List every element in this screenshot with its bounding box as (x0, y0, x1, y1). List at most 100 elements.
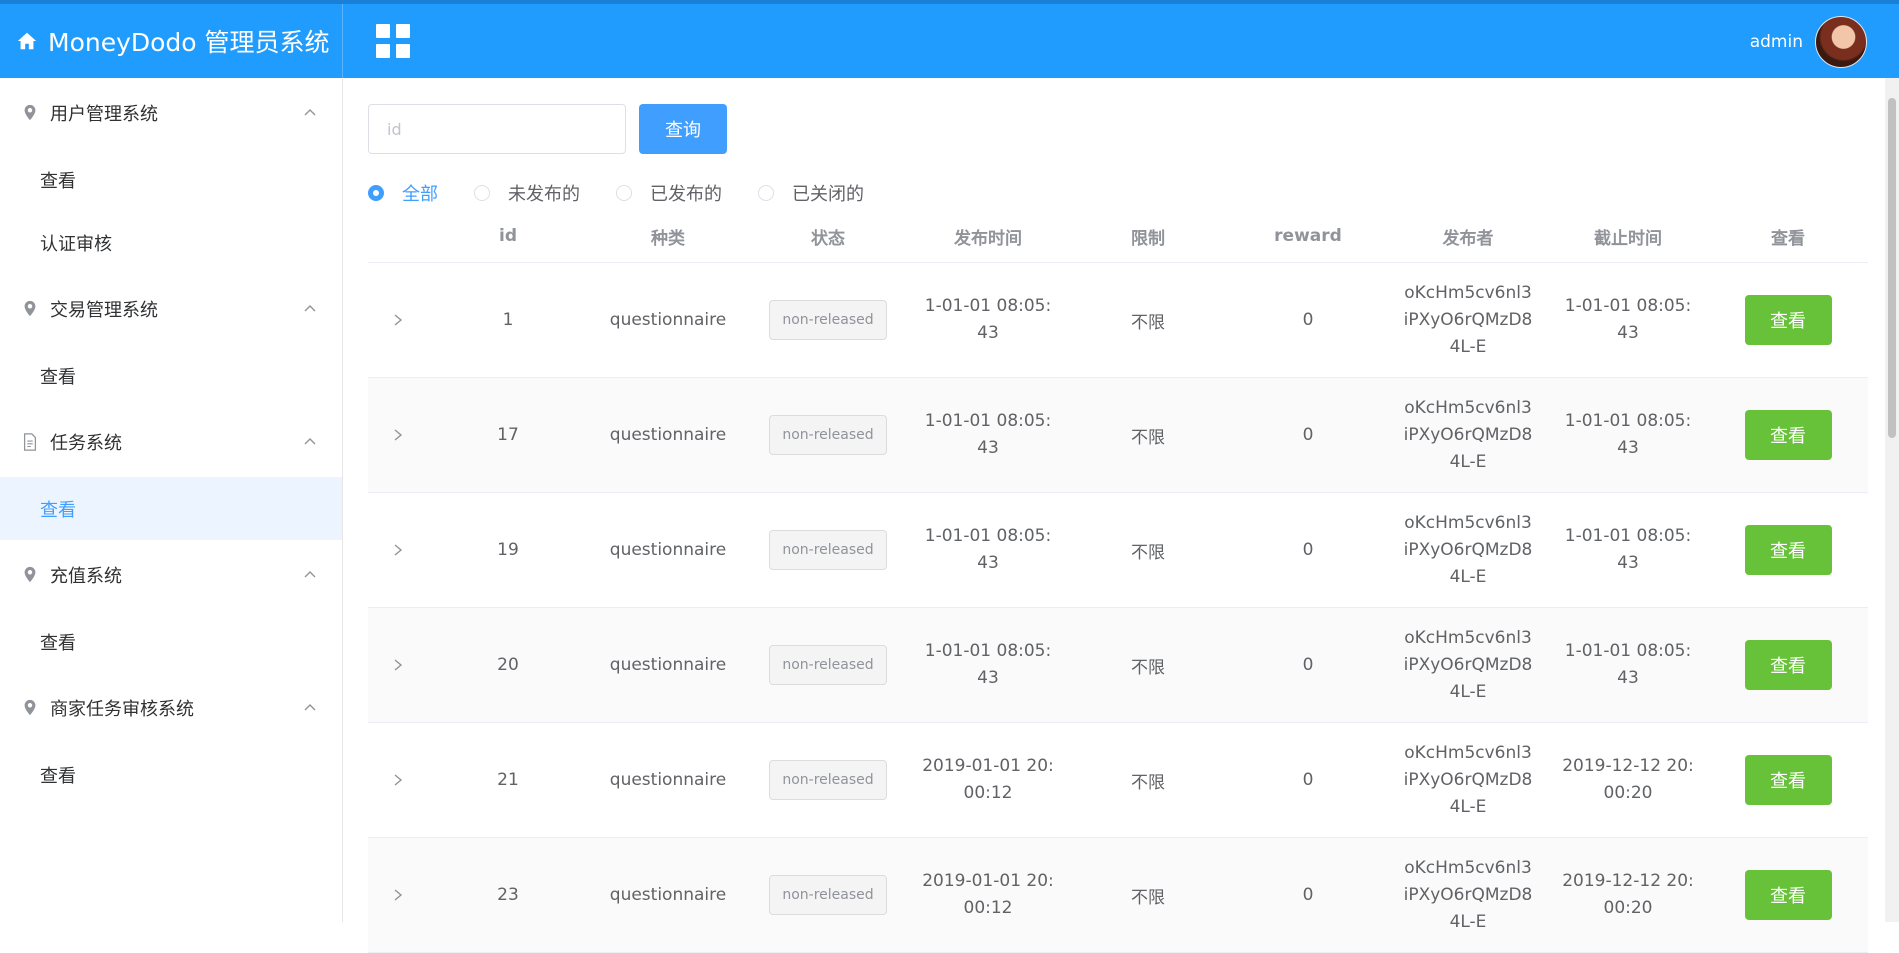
expand-row-chevron-icon[interactable] (368, 538, 428, 562)
filter-unreleased-radio[interactable]: 未发布的 (474, 180, 580, 206)
search-input[interactable] (368, 104, 626, 154)
table-header: id 种类 状态 发布时间 限制 reward 发布者 截止时间 查看 (368, 210, 1868, 263)
sidebar-group-label: 交易管理系统 (50, 300, 158, 321)
location-pin-icon (24, 300, 36, 317)
cell-id: 17 (497, 425, 519, 445)
expand-row-chevron-icon[interactable] (368, 308, 428, 332)
sidebar-group-merchant-task-review[interactable]: 商家任务审核系统 (0, 673, 342, 743)
cell-view: 查看 (1708, 640, 1868, 690)
filter-released-radio[interactable]: 已发布的 (616, 180, 722, 206)
grid-menu-icon[interactable] (376, 24, 410, 58)
cell-deadline: 1-01-01 08:05:43 (1564, 641, 1692, 688)
cell-publisher: oKcHm5cv6nl3iPXyO6rQMzD84L-E (1403, 627, 1533, 702)
table-row: 23 questionnaire non-released 2019-01-01 20… (368, 838, 1868, 953)
cell-status: non-released (748, 300, 908, 340)
header-reward: reward (1274, 226, 1342, 246)
view-task-button[interactable]: 查看 (1744, 870, 1832, 920)
view-task-button[interactable]: 查看 (1744, 525, 1832, 575)
vertical-scrollbar[interactable] (1885, 78, 1899, 922)
filter-label: 已关闭的 (792, 184, 864, 205)
status-badge: non-released (769, 875, 887, 915)
chevron-up-icon (304, 109, 316, 116)
search-button[interactable]: 查询 (639, 104, 727, 154)
status-badge: non-released (769, 760, 887, 800)
status-badge: non-released (769, 415, 887, 455)
sidebar-group-label: 用户管理系统 (50, 104, 158, 125)
cell-limit: 不限 (1131, 772, 1165, 793)
cell-view: 查看 (1708, 755, 1868, 805)
cell-limit: 不限 (1131, 657, 1165, 678)
sidebar-group-task-system[interactable]: 任务系统 (0, 407, 342, 477)
cell-view: 查看 (1708, 870, 1868, 920)
scrollbar-thumb[interactable] (1888, 98, 1896, 438)
filter-all-radio[interactable]: 全部 (368, 180, 438, 206)
chevron-up-icon (304, 305, 316, 312)
status-badge: non-released (769, 300, 887, 340)
sidebar-group-transaction-management[interactable]: 交易管理系统 (0, 274, 342, 344)
header-publisher: 发布者 (1442, 228, 1494, 249)
sidebar-item-user-view[interactable]: 查看 (0, 148, 342, 211)
table-body: 1 questionnaire non-released 1-01-01 08:05:… (368, 263, 1868, 953)
cell-type: questionnaire (609, 310, 727, 330)
filter-label: 全部 (402, 184, 438, 205)
cell-deadline: 1-01-01 08:05:43 (1564, 296, 1692, 343)
table-row: 20 questionnaire non-released 1-01-01 08:05… (368, 608, 1868, 723)
header-limit: 限制 (1131, 228, 1165, 249)
filter-label: 已发布的 (650, 184, 722, 205)
view-task-button[interactable]: 查看 (1744, 295, 1832, 345)
cell-publish-time: 1-01-01 08:05:43 (924, 411, 1052, 458)
expand-row-chevron-icon[interactable] (368, 423, 428, 447)
cell-view: 查看 (1708, 525, 1868, 575)
sidebar-group-label: 任务系统 (50, 433, 122, 454)
sidebar: 用户管理系统 查看 认证审核 交易管理系统 查看 任务系统 查看 充值系统 查看… (0, 78, 343, 922)
table-row: 19 questionnaire non-released 1-01-01 08:05… (368, 493, 1868, 608)
user-menu[interactable]: admin (1750, 16, 1867, 68)
cell-publish-time: 2019-01-01 20:00:12 (922, 756, 1054, 803)
cell-id: 21 (497, 770, 519, 790)
sidebar-item-merchant-view[interactable]: 查看 (0, 743, 342, 806)
cell-status: non-released (748, 645, 908, 685)
location-pin-icon (24, 104, 36, 121)
app-title: MoneyDodo 管理员系统 (48, 28, 330, 57)
cell-reward: 0 (1302, 770, 1314, 790)
sidebar-item-transaction-view[interactable]: 查看 (0, 344, 342, 407)
expand-row-chevron-icon[interactable] (368, 768, 428, 792)
cell-type: questionnaire (609, 885, 727, 905)
expand-row-chevron-icon[interactable] (368, 653, 428, 677)
table-row: 21 questionnaire non-released 2019-01-01 20… (368, 723, 1868, 838)
sidebar-item-recharge-view[interactable]: 查看 (0, 610, 342, 673)
document-icon (23, 433, 37, 451)
sidebar-item-verification-review[interactable]: 认证审核 (0, 211, 342, 274)
expand-row-chevron-icon[interactable] (368, 883, 428, 907)
cell-limit: 不限 (1131, 312, 1165, 333)
cell-publisher: oKcHm5cv6nl3iPXyO6rQMzD84L-E (1403, 397, 1533, 472)
sidebar-item-task-view[interactable]: 查看 (0, 477, 342, 540)
top-header: MoneyDodo 管理员系统 admin (0, 0, 1899, 78)
cell-publisher: oKcHm5cv6nl3iPXyO6rQMzD84L-E (1403, 512, 1533, 587)
header-id: id (499, 226, 517, 246)
sidebar-group-user-management[interactable]: 用户管理系统 (0, 78, 342, 148)
user-name: admin (1749, 32, 1803, 52)
cell-view: 查看 (1708, 410, 1868, 460)
cell-limit: 不限 (1131, 427, 1165, 448)
filter-closed-radio[interactable]: 已关闭的 (758, 180, 864, 206)
cell-publisher: oKcHm5cv6nl3iPXyO6rQMzD84L-E (1403, 282, 1533, 357)
status-filter: 全部 未发布的 已发布的 已关闭的 (368, 180, 900, 206)
view-task-button[interactable]: 查看 (1744, 640, 1832, 690)
task-table: id 种类 状态 发布时间 限制 reward 发布者 截止时间 查看 1 que… (368, 210, 1868, 953)
filter-label: 未发布的 (508, 184, 580, 205)
cell-publisher: oKcHm5cv6nl3iPXyO6rQMzD84L-E (1403, 742, 1533, 817)
header-deadline: 截止时间 (1594, 228, 1662, 249)
brand[interactable]: MoneyDodo 管理员系统 (0, 4, 343, 78)
chevron-up-icon (304, 704, 316, 711)
sidebar-group-recharge-system[interactable]: 充值系统 (0, 540, 342, 610)
view-task-button[interactable]: 查看 (1744, 755, 1832, 805)
location-pin-icon (24, 566, 36, 583)
cell-type: questionnaire (609, 770, 727, 790)
avatar[interactable] (1815, 16, 1867, 68)
table-row: 17 questionnaire non-released 1-01-01 08:05… (368, 378, 1868, 493)
cell-publish-time: 1-01-01 08:05:43 (924, 526, 1052, 573)
header-type: 种类 (651, 228, 685, 249)
radio-dot (474, 185, 490, 201)
view-task-button[interactable]: 查看 (1744, 410, 1832, 460)
